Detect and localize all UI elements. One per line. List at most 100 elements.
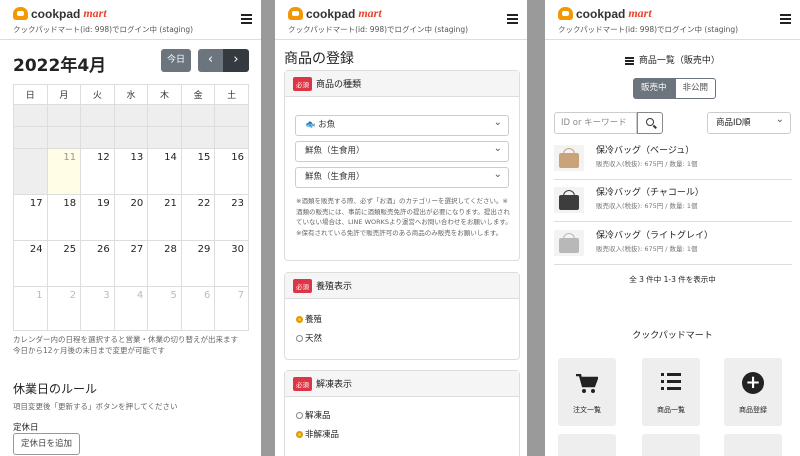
chef-hat-icon bbox=[288, 7, 303, 20]
required-badge: 必須 bbox=[293, 278, 312, 293]
weekday-header: 火 bbox=[80, 84, 115, 105]
calendar-day[interactable]: 25 bbox=[46, 240, 82, 287]
calendar-day[interactable]: 27 bbox=[113, 240, 149, 287]
tile-partial[interactable] bbox=[724, 434, 782, 456]
calendar-day bbox=[113, 104, 149, 127]
calendar-day[interactable]: 15 bbox=[180, 148, 216, 195]
card-header: 必須 商品の種類 bbox=[285, 71, 519, 97]
login-status: クックパッドマート(id: 998)でログイン中 (staging) bbox=[13, 25, 194, 34]
product-list-screen: cookpad mart クックパッドマート(id: 998)でログイン中 (s… bbox=[545, 0, 800, 456]
search-button[interactable] bbox=[637, 112, 663, 134]
calendar-day[interactable]: 16 bbox=[214, 148, 249, 195]
product-registration-screen: cookpad mart クックパッドマート(id: 998)でログイン中 (s… bbox=[275, 0, 527, 456]
cookpad-mart-logo[interactable]: cookpad mart bbox=[13, 6, 107, 21]
tile-product-list[interactable]: 商品一覧 bbox=[642, 358, 700, 426]
required-badge: 必須 bbox=[293, 76, 312, 91]
today-button[interactable]: 今日 bbox=[161, 49, 191, 72]
weekday-header: 月 bbox=[46, 84, 82, 105]
cookpad-mart-logo[interactable]: cookpad mart bbox=[288, 6, 382, 21]
calendar-day[interactable]: 22 bbox=[180, 194, 216, 241]
calendar-day-next-month[interactable]: 3 bbox=[80, 286, 115, 331]
calendar-day-today[interactable]: 11 bbox=[46, 148, 82, 195]
calendar-note: カレンダー内の日程を選択すると営業・休業の切り替えが出来ます 今日から12ヶ月後… bbox=[13, 335, 238, 355]
status-tabs: 販売中 非公開 bbox=[633, 78, 717, 99]
radio-selected-icon bbox=[296, 315, 303, 323]
product-name: 保冷バッグ（ベージュ） bbox=[596, 146, 695, 156]
tab-on-sale[interactable]: 販売中 bbox=[633, 78, 675, 99]
calendar-day[interactable]: 18 bbox=[46, 194, 82, 241]
calendar-day[interactable]: 12 bbox=[80, 148, 115, 195]
calendar-day[interactable]: 23 bbox=[214, 194, 249, 241]
holiday-rules-desc: 項目変更後「更新する」ボタンを押してください bbox=[13, 402, 178, 411]
next-month-button[interactable]: › bbox=[223, 49, 249, 72]
calendar-day[interactable]: 13 bbox=[113, 148, 149, 195]
tile-product-register[interactable]: + 商品登録 bbox=[724, 358, 782, 426]
calendar-day[interactable]: 29 bbox=[180, 240, 216, 287]
card-title: 解凍表示 bbox=[316, 380, 353, 390]
card-header: 必須 解凍表示 bbox=[285, 371, 519, 397]
calendar-day[interactable]: 21 bbox=[147, 194, 182, 241]
calendar-day[interactable]: 30 bbox=[214, 240, 249, 287]
calendar-day[interactable]: 28 bbox=[147, 240, 182, 287]
app-header: cookpad mart クックパッドマート(id: 998)でログイン中 (s… bbox=[545, 0, 800, 40]
tile-order-list[interactable]: 注文一覧 bbox=[558, 358, 616, 426]
product-list-item[interactable]: 保冷バッグ（ベージュ） 販売収入(税抜): 675円 / 数量: 1個 bbox=[554, 140, 792, 180]
product-meta: 販売収入(税抜): 675円 / 数量: 1個 bbox=[596, 160, 698, 168]
card-header: 必須 養殖表示 bbox=[285, 273, 519, 299]
tab-private[interactable]: 非公開 bbox=[674, 78, 717, 99]
cookpad-mart-logo[interactable]: cookpad mart bbox=[558, 6, 652, 21]
product-kind-select[interactable]: 鮮魚（生食用） bbox=[295, 165, 509, 188]
calendar-day-next-month[interactable]: 4 bbox=[113, 286, 149, 331]
calendar-day[interactable]: 14 bbox=[147, 148, 182, 195]
radio-wild[interactable]: 天然 bbox=[296, 332, 322, 344]
app-header: cookpad mart クックパッドマート(id: 998)でログイン中 (s… bbox=[275, 0, 527, 40]
radio-farmed[interactable]: 養殖 bbox=[296, 313, 322, 325]
card-title: 商品の種類 bbox=[316, 80, 362, 90]
calendar-day-next-month[interactable]: 5 bbox=[147, 286, 182, 331]
weekday-header: 木 bbox=[147, 84, 182, 105]
calendar-day-next-month[interactable]: 7 bbox=[214, 286, 249, 331]
tile-partial[interactable] bbox=[558, 434, 616, 456]
login-status: クックパッドマート(id: 998)でログイン中 (staging) bbox=[288, 25, 469, 34]
product-name: 保冷バッグ（チャコール） bbox=[596, 188, 704, 198]
tile-partial[interactable] bbox=[642, 434, 700, 456]
calendar-day[interactable]: 26 bbox=[80, 240, 115, 287]
calendar-day bbox=[13, 104, 48, 127]
weekday-header: 水 bbox=[113, 84, 149, 105]
calendar-day-next-month[interactable]: 1 bbox=[13, 286, 48, 331]
result-count: 全 3 件中 1-3 件を表示中 bbox=[629, 275, 716, 284]
weekday-header: 金 bbox=[180, 84, 216, 105]
radio-thawed[interactable]: 解凍品 bbox=[296, 409, 331, 421]
calendar-day[interactable]: 24 bbox=[13, 240, 48, 287]
chef-hat-icon bbox=[13, 7, 28, 20]
radio-not-thawed[interactable]: 非解凍品 bbox=[296, 428, 339, 440]
search-icon bbox=[646, 118, 654, 126]
product-list-item[interactable]: 保冷バッグ（ライトグレイ） 販売収入(税抜): 675円 / 数量: 1個 bbox=[554, 225, 792, 265]
login-status: クックパッドマート(id: 998)でログイン中 (staging) bbox=[558, 25, 739, 34]
hamburger-menu-icon[interactable] bbox=[241, 14, 252, 24]
calendar-day[interactable]: 19 bbox=[80, 194, 115, 241]
calendar-day[interactable]: 17 bbox=[13, 194, 48, 241]
chef-hat-icon bbox=[558, 7, 573, 20]
add-regular-holiday-button[interactable]: 定休日を追加 bbox=[13, 433, 81, 455]
weekday-header: 土 bbox=[214, 84, 249, 105]
subcategory-select[interactable]: 鮮魚（生食用） bbox=[295, 139, 509, 162]
hamburger-menu-icon[interactable] bbox=[780, 14, 791, 24]
search-input[interactable]: ID or キーワード bbox=[554, 112, 637, 134]
calendar-day bbox=[147, 126, 182, 149]
sort-select[interactable]: 商品ID順 bbox=[707, 110, 791, 134]
previous-month-button[interactable]: ‹ bbox=[198, 49, 223, 72]
list-icon bbox=[625, 56, 635, 66]
product-meta: 販売収入(税抜): 675円 / 数量: 1個 bbox=[596, 202, 698, 210]
calendar-day[interactable]: 20 bbox=[113, 194, 149, 241]
category-select[interactable]: 🐟 お魚 bbox=[295, 113, 509, 136]
card-title: 養殖表示 bbox=[316, 282, 353, 292]
hamburger-menu-icon[interactable] bbox=[507, 14, 518, 24]
weekday-header: 日 bbox=[13, 84, 48, 105]
calendar-day-next-month[interactable]: 6 bbox=[180, 286, 216, 331]
alcohol-notice: ※酒類を販売する際、必ず「お酒」のカテゴリーを選択してください。※酒類の販売には… bbox=[296, 197, 512, 237]
product-name: 保冷バッグ（ライトグレイ） bbox=[596, 231, 714, 241]
calendar-day bbox=[80, 104, 115, 127]
product-list-item[interactable]: 保冷バッグ（チャコール） 販売収入(税抜): 675円 / 数量: 1個 bbox=[554, 182, 792, 222]
calendar-day-next-month[interactable]: 2 bbox=[46, 286, 82, 331]
